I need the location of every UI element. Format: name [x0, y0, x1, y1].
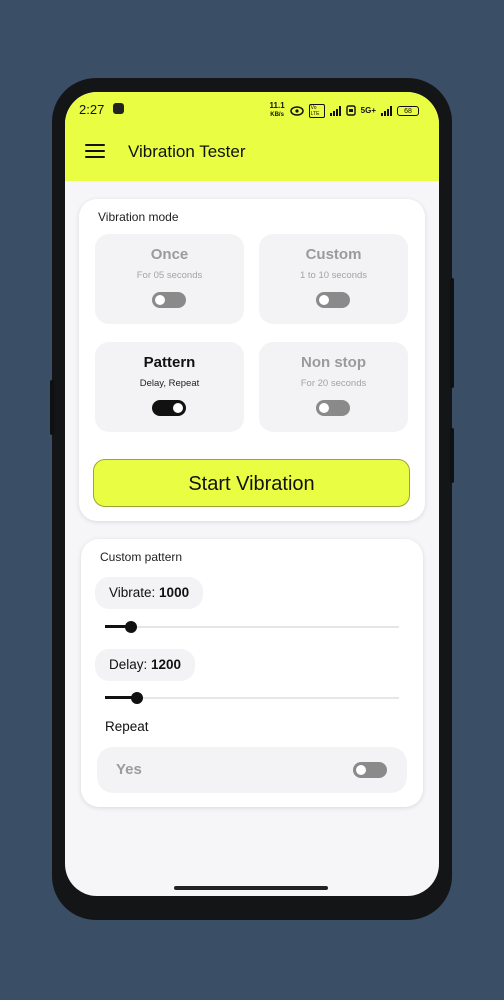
mode-non-stop-title: Non stop: [301, 354, 366, 371]
hotspot-icon: [289, 105, 304, 116]
mode-non-stop[interactable]: Non stop For 20 seconds: [259, 342, 408, 432]
delay-label: Delay:: [109, 657, 148, 672]
mode-custom-toggle[interactable]: [316, 292, 350, 308]
battery-icon: 68: [397, 105, 419, 116]
vibrate-value-chip: Vibrate: 1000: [95, 577, 204, 609]
vibrate-slider-track: [105, 626, 399, 628]
delay-slider[interactable]: [105, 691, 399, 705]
network-type: 5G+: [360, 106, 376, 115]
mode-pattern[interactable]: Pattern Delay, Repeat: [95, 342, 244, 432]
vibrate-slider[interactable]: [105, 620, 399, 634]
phone-volume-button: [450, 278, 454, 388]
repeat-label: Repeat: [105, 719, 149, 734]
hamburger-menu-icon[interactable]: [85, 144, 105, 160]
repeat-option-row[interactable]: Yes: [97, 747, 407, 793]
status-time: 2:27: [79, 102, 105, 117]
mode-custom[interactable]: Custom 1 to 10 seconds: [259, 234, 408, 324]
delay-slider-thumb[interactable]: [131, 692, 143, 704]
sim-icon: [345, 105, 356, 116]
delay-value-chip: Delay: 1200: [95, 649, 196, 681]
notification-icon: [113, 103, 124, 114]
delay-value: 1200: [151, 657, 182, 672]
custom-pattern-card: Custom pattern Vibrate: 1000 Delay: 1200…: [81, 539, 423, 807]
delay-slider-track: [105, 697, 399, 699]
status-icons: 11.1 KB/s Vo LTE 5G+ 68: [270, 102, 419, 119]
mode-once[interactable]: Once For 05 seconds: [95, 234, 244, 324]
phone-side-button-left: [50, 380, 54, 435]
signal-icon-2: [381, 105, 392, 116]
vibrate-value: 1000: [159, 585, 190, 600]
mode-pattern-toggle[interactable]: [152, 400, 186, 416]
vibration-mode-card: Vibration mode Once For 05 seconds Custo…: [79, 199, 425, 521]
phone-power-button: [450, 428, 454, 483]
signal-icon: [329, 105, 341, 116]
mode-non-stop-toggle[interactable]: [316, 400, 350, 416]
mode-non-stop-subtitle: For 20 seconds: [300, 378, 367, 389]
vibration-mode-label: Vibration mode: [98, 210, 179, 224]
top-app-bar: 2:27 11.1 KB/s Vo LTE 5G+ 68 Vibration T…: [65, 92, 439, 181]
vibrate-label: Vibrate:: [109, 585, 156, 600]
mode-pattern-subtitle: Delay, Repeat: [139, 378, 200, 389]
mode-pattern-title: Pattern: [143, 354, 196, 371]
start-vibration-button[interactable]: Start Vibration: [93, 459, 410, 507]
mode-custom-title: Custom: [305, 246, 362, 263]
mode-once-toggle[interactable]: [152, 292, 186, 308]
repeat-option-label: Yes: [116, 761, 142, 778]
net-speed: 11.1 KB/s: [269, 101, 285, 119]
mode-once-subtitle: For 05 seconds: [136, 270, 203, 281]
status-bar: 2:27 11.1 KB/s Vo LTE 5G+ 68: [65, 92, 439, 126]
mode-once-title: Once: [150, 246, 189, 263]
custom-pattern-label: Custom pattern: [100, 550, 183, 564]
repeat-toggle[interactable]: [353, 762, 387, 778]
home-indicator: [174, 886, 328, 890]
vibrate-slider-thumb[interactable]: [125, 621, 137, 633]
app-screen: 2:27 11.1 KB/s Vo LTE 5G+ 68 Vibration T…: [65, 92, 439, 896]
mode-custom-subtitle: 1 to 10 seconds: [299, 270, 368, 281]
app-title: Vibration Tester: [128, 142, 246, 161]
volte-icon: Vo LTE: [308, 103, 325, 118]
